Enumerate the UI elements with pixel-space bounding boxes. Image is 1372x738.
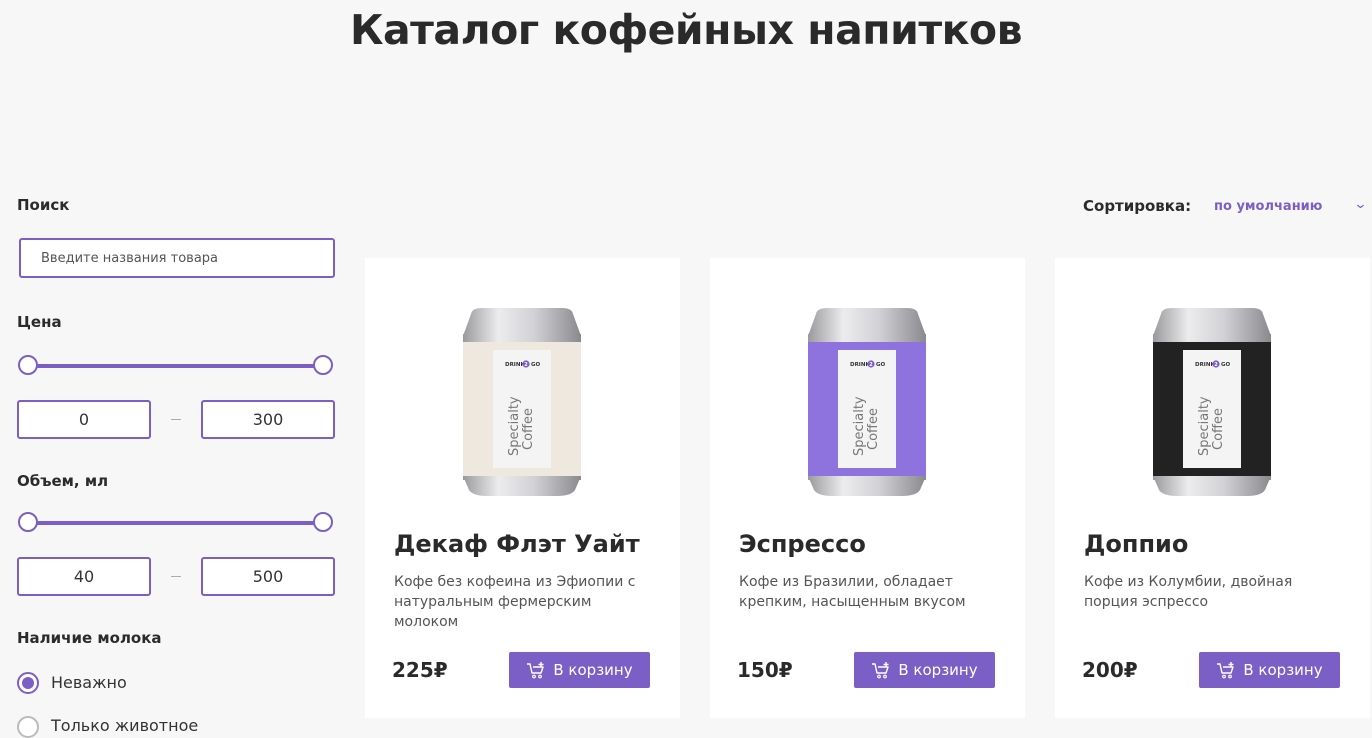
add-to-cart-button[interactable]: В корзину (854, 652, 995, 688)
search-input[interactable] (19, 238, 335, 278)
add-to-cart-button[interactable]: В корзину (509, 652, 650, 688)
sort-select[interactable]: по умолчанию (1214, 199, 1322, 214)
search-label: Поиск (17, 196, 70, 214)
coffee-can-image: DRINK 2 GO Specialty Coffee (1153, 308, 1271, 496)
product-name[interactable]: Эспрессо (739, 530, 866, 558)
product-card[interactable]: DRINK 2 GO Specialty Coffee Эспрессо Кофе из… (710, 258, 1025, 718)
range-separator (171, 419, 181, 420)
svg-text:Specialty: Specialty (1197, 396, 1212, 456)
price-min-handle[interactable] (18, 355, 38, 375)
chevron-down-icon[interactable]: ⌄ (1353, 197, 1367, 212)
price-max-input[interactable]: 300 (201, 400, 335, 439)
sort-label: Сортировка: (1083, 197, 1192, 215)
volume-min-input[interactable]: 40 (17, 557, 151, 596)
product-description: Кофе из Бразилии, обладает крепким, насы… (739, 574, 966, 610)
cart-add-icon (527, 662, 545, 679)
price-max-handle[interactable] (313, 355, 333, 375)
svg-text:Coffee: Coffee (1211, 408, 1226, 450)
volume-min-handle[interactable] (18, 512, 38, 532)
milk-radio-any[interactable] (17, 672, 39, 694)
svg-text:Coffee: Coffee (521, 408, 536, 450)
filters-sidebar: Поиск Цена 0 300 Объем, мл 40 500 Наличи… (17, 0, 337, 738)
product-price: 150₽ (737, 658, 793, 682)
product-price: 200₽ (1082, 658, 1138, 682)
add-to-cart-button[interactable]: В корзину (1199, 652, 1340, 688)
product-name[interactable]: Декаф Флэт Уайт (394, 530, 640, 558)
volume-range-track[interactable] (29, 521, 323, 525)
product-price: 225₽ (392, 658, 448, 682)
price-range-track[interactable] (29, 364, 323, 368)
svg-text:DRINK: DRINK (1195, 362, 1215, 368)
add-to-cart-label: В корзину (898, 661, 978, 679)
svg-text:GO: GO (1221, 362, 1231, 368)
cart-add-icon (1217, 662, 1235, 679)
milk-radio-any-label[interactable]: Неважно (51, 673, 127, 692)
svg-text:Coffee: Coffee (866, 408, 881, 450)
price-min-input[interactable]: 0 (17, 400, 151, 439)
volume-max-input[interactable]: 500 (201, 557, 335, 596)
product-description: Кофе без кофеина из Эфиопии с натуральны… (394, 574, 636, 630)
svg-text:2: 2 (869, 362, 873, 368)
add-to-cart-label: В корзину (1243, 661, 1323, 679)
coffee-can-image: DRINK 2 GO Specialty Coffee (463, 308, 581, 496)
product-name[interactable]: Доппио (1084, 530, 1188, 558)
svg-text:GO: GO (876, 362, 886, 368)
svg-text:DRINK: DRINK (850, 362, 870, 368)
price-label: Цена (17, 313, 62, 331)
svg-text:2: 2 (1214, 362, 1218, 368)
svg-text:DRINK: DRINK (505, 362, 525, 368)
svg-text:2: 2 (524, 362, 528, 368)
svg-text:Specialty: Specialty (507, 396, 522, 456)
range-separator (171, 576, 181, 577)
product-card[interactable]: DRINK 2 GO Specialty Coffee Доппио Кофе из К… (1055, 258, 1370, 718)
volume-label: Объем, мл (17, 472, 109, 490)
product-card[interactable]: DRINK 2 GO Specialty Coffee Декаф Флэт Уайт … (365, 258, 680, 718)
svg-text:GO: GO (531, 362, 541, 368)
cart-add-icon (872, 662, 890, 679)
milk-radio-animal[interactable] (17, 716, 39, 738)
add-to-cart-label: В корзину (553, 661, 633, 679)
svg-text:Specialty: Specialty (852, 396, 867, 456)
volume-max-handle[interactable] (313, 512, 333, 532)
milk-label: Наличие молока (17, 629, 162, 647)
product-description: Кофе из Колумбии, двойная порция эспресс… (1084, 574, 1293, 610)
milk-radio-animal-label[interactable]: Только животное (51, 716, 198, 735)
coffee-can-image: DRINK 2 GO Specialty Coffee (808, 308, 926, 496)
